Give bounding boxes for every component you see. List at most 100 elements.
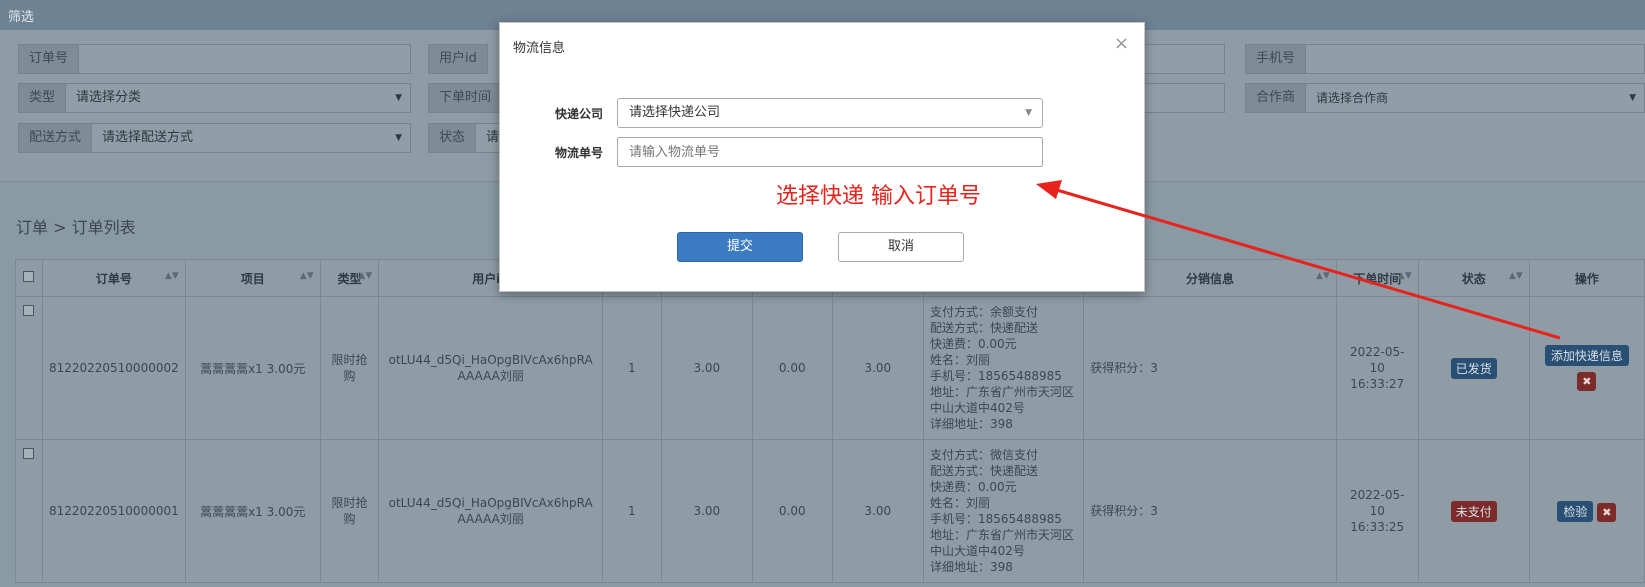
company-row: 快递公司 请选择快递公司 ▼ [500,98,1043,128]
add-tracking-button[interactable]: 添加快递信息 [1544,345,1629,366]
type-label: 类型 [18,83,67,113]
total-cell: 3.00 [831,439,924,583]
order-time-input[interactable] [1145,83,1225,113]
select-all-cell [15,259,43,297]
select-all-checkbox[interactable] [23,271,35,282]
column-header-label: 下单时间 [1353,271,1402,286]
company-select[interactable]: 请选择快递公司 ▼ [617,98,1043,128]
info-line: 配送方式：快递配送 [929,321,1038,335]
column-header-item[interactable]: 项目 ▲▼ [184,259,321,297]
discount-cell: 0.00 [752,439,833,583]
type-cell: 限时抢购 [319,439,380,583]
status-badge: 已发货 [1450,357,1497,379]
phone-input[interactable] [1306,44,1645,74]
cancel-button[interactable]: 取消 [838,232,964,262]
sort-icon: ▲▼ [1508,271,1523,281]
delivery-select[interactable]: 请选择配送方式 ▼ [92,123,411,153]
info-line: 地址：广东省广州市天河区中山大道中402号 [929,528,1074,558]
close-icon[interactable]: × [1114,33,1129,54]
order-time-label: 下单时间 [428,83,503,113]
info-cell: 支付方式：微信支付 配送方式：快递配送 快递费：0.00元 姓名：刘丽 手机号：… [922,439,1085,583]
chevron-down-icon: ▼ [1025,108,1032,118]
sort-icon: ▲▼ [164,271,179,281]
row-select-cell [15,296,43,440]
tracking-row: 物流单号 [500,137,1043,167]
status-filter: 状态 请 [428,123,507,153]
tracking-label: 物流单号 [554,145,603,160]
total-cell: 3.00 [831,296,924,440]
order-time-filter: 下单时间 [428,83,503,113]
info-line: 姓名：刘丽 [929,353,990,367]
order-no-input[interactable] [79,44,411,74]
chevron-down-icon: ▼ [1629,93,1636,103]
qty-cell: 1 [602,439,662,583]
price-cell: 3.00 [660,439,754,583]
info-line: 配送方式：快递配送 [929,464,1038,478]
breadcrumb: 订单 > 订单列表 [16,218,136,237]
sort-icon: ▲▼ [1397,271,1412,281]
user-id-cell: otLU44_d5Qi_HaOpgBIVcAx6hpRAAAAAA刘丽 [378,439,604,583]
status-cell: 已发货 [1417,296,1530,440]
phone-label: 手机号 [1245,44,1307,74]
actions-cell: 添加快递信息 ✖ [1528,296,1645,440]
user-id-input[interactable] [1145,44,1225,74]
info-line: 手机号：18565488985 [929,512,1062,526]
column-header-order-no[interactable]: 订单号 ▲▼ [41,259,186,297]
sort-icon: ▲▼ [1315,271,1330,281]
delivery-select-value: 请选择配送方式 [102,130,194,145]
order-no-cell: 81220220510000002 [41,296,186,440]
row-checkbox[interactable] [23,448,35,459]
actions-cell: 检验 ✖ [1528,439,1645,583]
submit-button[interactable]: 提交 [677,232,803,262]
distribution-cell: 获得积分：3 [1083,439,1337,583]
annotation-text: 选择快递 输入订单号 [776,184,981,209]
delete-icon[interactable]: ✖ [1597,502,1617,522]
delivery-filter: 配送方式 请选择配送方式 ▼ [18,123,411,153]
column-header-time[interactable]: 下单时间 ▲▼ [1335,259,1419,297]
sort-icon: ▲▼ [358,271,373,281]
row-checkbox[interactable] [23,305,35,316]
info-line: 手机号：18565488985 [929,369,1062,383]
info-cell: 支付方式：余额支付 配送方式：快递配送 快递费：0.00元 姓名：刘丽 手机号：… [922,296,1085,440]
status-label: 状态 [428,123,477,153]
info-line: 支付方式：微信支付 [929,448,1038,462]
column-header-label: 状态 [1461,271,1486,286]
column-header-label: 项目 [240,271,265,286]
distribution-cell: 获得积分：3 [1083,296,1337,440]
company-select-value: 请选择快递公司 [629,105,721,120]
info-line: 快递费：0.00元 [929,480,1017,494]
tracking-input[interactable] [617,137,1043,167]
time-cell: 2022-05-10 16:33:27 [1335,296,1419,440]
table-row: 81220220510000001 蒿蒿蒿蒿x1 3.00元 限时抢购 otLU… [15,439,1645,583]
sort-icon: ▲▼ [299,271,314,281]
page: 筛选 订单号 用户id 手机号 类型 请选择分类 ▼ 下单时间 合作商 请选择合… [0,0,1645,587]
column-header-label: 操作 [1574,271,1599,286]
column-header-status[interactable]: 状态 ▲▼ [1417,259,1530,297]
column-header-type[interactable]: 类型 ▲▼ [319,259,380,297]
user-id-label: 用户id [428,44,488,74]
partner-label: 合作商 [1245,83,1307,113]
column-header-actions: 操作 [1528,259,1645,297]
company-label: 快递公司 [554,106,603,121]
order-no-filter: 订单号 [18,44,411,74]
partner-select-value: 请选择合作商 [1316,91,1389,105]
info-line: 快递费：0.00元 [929,337,1017,351]
type-select[interactable]: 请选择分类 ▼ [66,83,411,113]
qty-cell: 1 [602,296,662,440]
delete-icon[interactable]: ✖ [1577,372,1597,391]
status-cell: 未支付 [1417,439,1530,583]
info-line: 姓名：刘丽 [929,496,990,510]
order-table: 订单号 ▲▼ 项目 ▲▼ 类型 ▲▼ 用户id 分销信息 ▲▼ 下单时间 ▲▼ 状态 ▲▼ … [15,259,1645,583]
info-line: 支付方式：余额支付 [929,305,1038,319]
type-filter: 类型 请选择分类 ▼ [18,83,411,113]
item-cell: 蒿蒿蒿蒿x1 3.00元 [184,296,321,440]
user-id-cell: otLU44_d5Qi_HaOpgBIVcAx6hpRAAAAAA刘丽 [378,296,604,440]
partner-select[interactable]: 请选择合作商 ▼ [1306,83,1645,113]
chevron-down-icon: ▼ [395,133,402,143]
info-line: 地址：广东省广州市天河区中山大道中402号 [929,385,1074,415]
chevron-down-icon: ▼ [395,93,402,103]
inspect-button[interactable]: 检验 [1557,500,1594,522]
order-no-label: 订单号 [18,44,80,74]
row-select-cell [15,439,43,583]
phone-filter: 手机号 [1245,44,1645,74]
